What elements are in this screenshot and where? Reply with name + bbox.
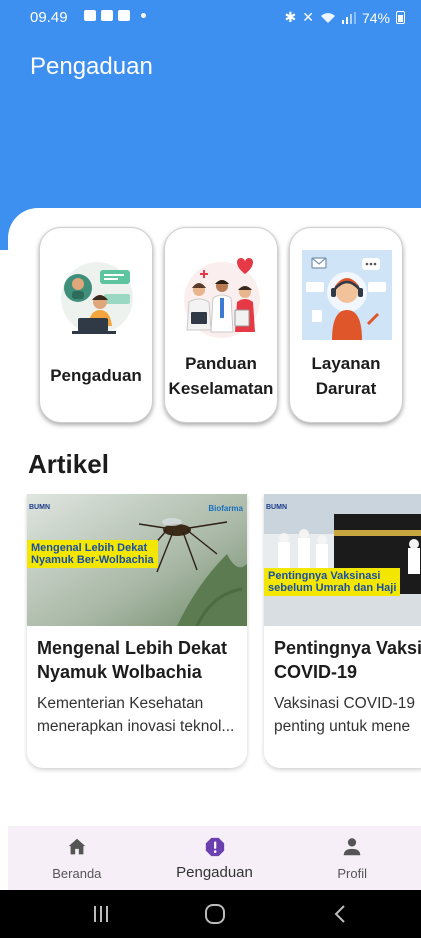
battery-percent: 74% [361, 9, 390, 26]
article-title-line1: Mengenal Lebih Dekat [37, 638, 228, 658]
nav-item-pengaduan[interactable]: Pengaduan [146, 826, 284, 890]
articles-section-title: Artikel [28, 449, 109, 479]
article-title: Pentingnya Vaksi COVID-19 [274, 636, 421, 684]
signal-icon [341, 11, 356, 24]
article-card[interactable]: BUMN Pentingnya Vaksinasi sebelum Umrah … [264, 494, 421, 768]
person-icon [343, 838, 361, 856]
menu-card-label-line2: Keselamatan [168, 379, 274, 398]
articles-carousel[interactable]: BUMN Biofarma Mengenal Lebih Dekat Nyamu… [0, 494, 421, 774]
menu-card-layanan-darurat[interactable]: Layanan Darurat [289, 227, 403, 423]
wifi-icon [320, 12, 335, 23]
home-icon [68, 838, 86, 855]
image-logo-bumn: BUMN [29, 504, 50, 511]
nav-label: Profil [337, 866, 367, 881]
image-banner-line2: Nyamuk Ber-Wolbachia [31, 554, 154, 566]
call-center-illustration-icon [302, 250, 392, 340]
status-bar: 09.49 ✱ ✕ 74% [0, 0, 421, 34]
image-logo-bumn: BUMN [266, 504, 287, 511]
folder-icon [101, 10, 113, 21]
more-notifications-icon [141, 13, 146, 18]
status-time: 09.49 [30, 9, 68, 26]
image-logo-biofarma: Biofarma [208, 504, 243, 513]
article-desc-line2: menerapkan inovasi teknol... [37, 718, 235, 735]
image-banner-line2: sebelum Umrah dan Haji [268, 582, 397, 594]
image-banner-line1: Pentingnya Vaksinasi [268, 570, 381, 582]
article-image: BUMN Biofarma Mengenal Lebih Dekat Nyamu… [27, 494, 247, 626]
image-banner: Mengenal Lebih Dekat Nyamuk Ber-Wolbachi… [27, 540, 158, 568]
mute-icon: ✕ [302, 9, 314, 25]
alert-icon [205, 837, 224, 857]
recent-apps-icon[interactable] [86, 900, 116, 928]
menu-card-pengaduan[interactable]: Pengaduan [39, 227, 153, 423]
bluetooth-icon: ✱ [284, 9, 297, 25]
back-icon[interactable] [326, 900, 356, 928]
image-banner: Pentingnya Vaksinasi sebelum Umrah dan H… [264, 568, 401, 596]
system-status-icons: ✱ ✕ 74% [284, 9, 405, 26]
shop-icon [118, 10, 130, 21]
menu-card-label-line2: Darurat [315, 379, 377, 398]
article-desc-line2: penting untuk mene [274, 718, 411, 735]
page-title: Pengaduan [30, 53, 153, 80]
article-title-line1: Pentingnya Vaksi [274, 638, 421, 658]
complaint-illustration-icon [61, 262, 133, 334]
article-image: BUMN Pentingnya Vaksinasi sebelum Umrah … [264, 494, 421, 626]
mecca-image [264, 494, 421, 626]
system-navigation-bar [0, 890, 421, 938]
medical-team-illustration-icon [184, 258, 260, 338]
article-card[interactable]: BUMN Biofarma Mengenal Lebih Dekat Nyamu… [27, 494, 247, 768]
notification-icons [84, 10, 146, 21]
menu-card-label-line1: Panduan [185, 354, 257, 373]
article-desc-line1: Kementerian Kesehatan [37, 695, 204, 712]
article-title-line2: COVID-19 [274, 662, 358, 682]
nav-label: Pengaduan [176, 864, 253, 881]
article-description: Vaksinasi COVID-19 penting untuk mene [274, 692, 421, 738]
image-banner-line1: Mengenal Lebih Dekat [31, 542, 148, 554]
bottom-navigation: Beranda Pengaduan Profil [8, 826, 421, 890]
article-title: Mengenal Lebih Dekat Nyamuk Wolbachia [37, 636, 247, 684]
menu-card-label-line1: Layanan [311, 354, 381, 373]
menu-card-panduan-keselamatan[interactable]: Panduan Keselamatan [164, 227, 278, 423]
battery-icon [396, 11, 405, 24]
article-desc-line1: Vaksinasi COVID-19 [274, 695, 415, 712]
article-title-line2: Nyamuk Wolbachia [37, 662, 202, 682]
nav-item-profil[interactable]: Profil [283, 826, 421, 890]
article-description: Kementerian Kesehatan menerapkan inovasi… [37, 692, 247, 738]
menu-card-label: Pengaduan [50, 366, 142, 385]
home-button-icon[interactable] [200, 900, 230, 928]
gallery-icon [84, 10, 96, 21]
nav-item-beranda[interactable]: Beranda [8, 826, 146, 890]
nav-label: Beranda [52, 866, 102, 881]
